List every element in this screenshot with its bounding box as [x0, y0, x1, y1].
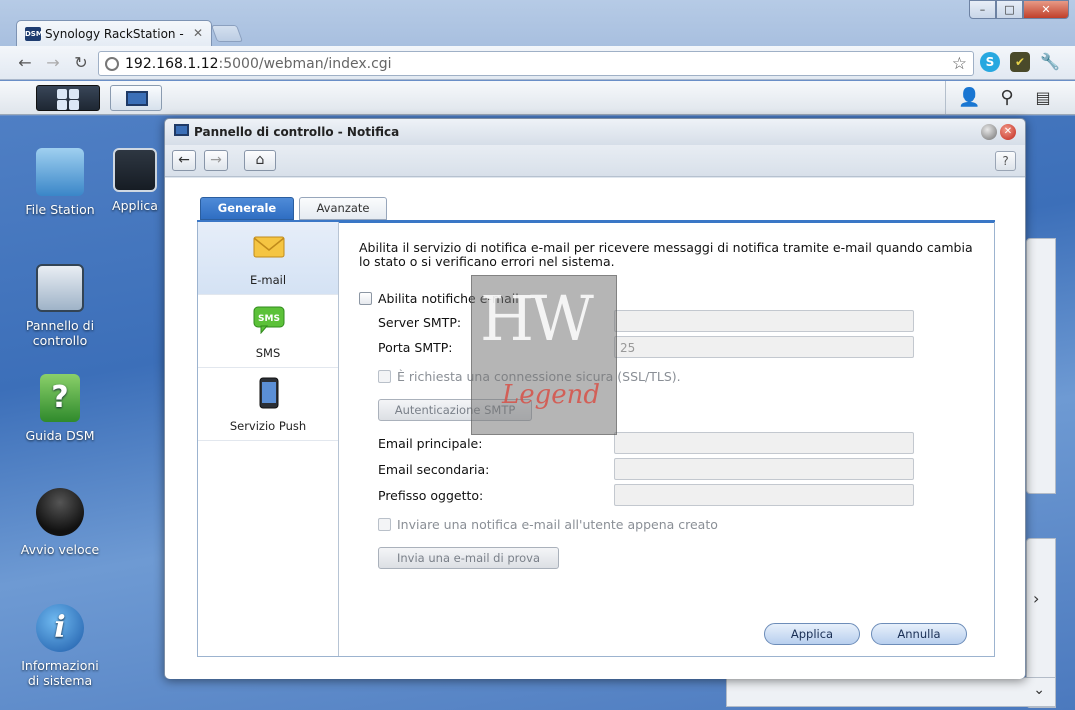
- search-icon[interactable]: ⚲: [996, 87, 1018, 109]
- secondary-email-input[interactable]: [614, 458, 914, 480]
- apps-icon: [113, 148, 157, 192]
- notify-new-user-checkbox[interactable]: [378, 518, 391, 531]
- url-path: :5000/webman/index.cgi: [218, 56, 392, 72]
- smtp-server-input[interactable]: [614, 310, 914, 332]
- nav-home-button[interactable]: ⌂: [244, 150, 276, 171]
- primary-email-label: Email principale:: [378, 436, 483, 451]
- enable-email-checkbox[interactable]: [359, 292, 372, 305]
- envelope-icon: [253, 236, 285, 258]
- tab-title: Synology RackStation - Rac: [45, 27, 185, 41]
- forward-icon[interactable]: →: [42, 53, 64, 73]
- widgets-icon[interactable]: ▤: [1032, 87, 1054, 109]
- chevron-down-icon[interactable]: ⌄: [1033, 682, 1045, 698]
- window-titlebar[interactable]: Pannello di controllo - Notifica ✕: [165, 119, 1025, 145]
- primary-email-input[interactable]: [614, 432, 914, 454]
- ssl-checkbox[interactable]: [378, 370, 391, 383]
- cancel-button[interactable]: Annulla: [871, 623, 967, 645]
- desktop-icon-label: Informazioni di sistema: [21, 658, 99, 688]
- tab-advanced[interactable]: Avanzate: [299, 197, 387, 220]
- address-bar[interactable]: 192.168.1.12:5000/webman/index.cgi ☆: [98, 51, 974, 76]
- secondary-email-label: Email secondaria:: [378, 462, 490, 477]
- help-button[interactable]: ?: [995, 151, 1016, 171]
- subject-prefix-input[interactable]: [614, 484, 914, 506]
- browser-tab[interactable]: DSM Synology RackStation - Rac ✕: [16, 20, 212, 47]
- desktop-icon-label: Guida DSM: [25, 428, 95, 443]
- dsm-taskbar: 👤 ⚲ ▤: [0, 81, 1075, 115]
- sidebar-item-sms[interactable]: SMS SMS: [198, 295, 338, 368]
- main-menu-button[interactable]: [36, 85, 100, 111]
- sms-icon-text: SMS: [258, 314, 280, 324]
- back-icon[interactable]: ←: [14, 53, 36, 73]
- tab-general[interactable]: Generale: [200, 197, 294, 220]
- widget-panel-top: [1026, 238, 1056, 494]
- sidebar-item-email[interactable]: E-mail: [198, 222, 338, 295]
- checker-extension-icon[interactable]: ✔: [1010, 52, 1030, 72]
- sidebar-item-label: Servizio Push: [229, 419, 307, 433]
- sms-bubble-icon: SMS: [253, 306, 285, 334]
- subject-prefix-label: Prefisso oggetto:: [378, 488, 484, 503]
- send-test-email-button[interactable]: Invia una e-mail di prova: [378, 547, 559, 569]
- desktop-icon-label: Avvio veloce: [20, 542, 100, 557]
- close-window-button[interactable]: ✕: [1023, 0, 1069, 19]
- info-icon: i: [36, 604, 84, 652]
- desktop-icon-label: Pannello di controllo: [25, 318, 95, 348]
- monitor-icon: [126, 91, 148, 106]
- notify-new-user-row[interactable]: Inviare una notifica e-mail all'utente a…: [378, 517, 718, 532]
- user-icon[interactable]: 👤: [958, 87, 980, 109]
- control-panel-icon: [36, 264, 84, 312]
- window-title: Pannello di controllo - Notifica: [194, 125, 400, 139]
- widget-panel-footer: ⌄: [726, 677, 1056, 707]
- email-description: Abilita il servizio di notifica e-mail p…: [359, 240, 973, 269]
- taskbar-control-panel-button[interactable]: [110, 85, 162, 111]
- browser-toolbar: ← → ↻ 192.168.1.12:5000/webman/index.cgi…: [0, 46, 1075, 80]
- menu-grid-icon: [57, 89, 67, 99]
- window-controls: – □ ✕: [969, 0, 1069, 19]
- magic-hat-icon: [36, 488, 84, 536]
- page-info-icon[interactable]: [105, 57, 119, 71]
- desktop-icon-control-panel[interactable]: Pannello di controllo: [0, 264, 120, 348]
- phone-icon: [259, 377, 279, 409]
- menu-grid-icon: [69, 100, 79, 110]
- chevron-right-icon[interactable]: ›: [1033, 589, 1039, 608]
- smtp-server-label: Server SMTP:: [378, 315, 462, 330]
- desktop-icon-quick-start[interactable]: Avvio veloce: [0, 488, 120, 557]
- email-settings: Abilita il servizio di notifica e-mail p…: [340, 222, 995, 656]
- wrench-menu-icon[interactable]: 🔧: [1040, 52, 1060, 72]
- dsm-favicon-icon: DSM: [25, 27, 43, 41]
- watermark-logo: HW Legend: [471, 275, 617, 435]
- close-window-icon[interactable]: ✕: [1000, 124, 1016, 140]
- help-book-icon: ?: [40, 374, 80, 422]
- minimize-window-icon[interactable]: [981, 124, 997, 140]
- apply-button[interactable]: Applica: [764, 623, 860, 645]
- url-text: 192.168.1.12:5000/webman/index.cgi: [125, 56, 392, 72]
- control-panel-small-icon: [174, 124, 189, 136]
- nav-back-button[interactable]: ←: [172, 150, 196, 171]
- folder-search-icon: [36, 148, 84, 196]
- maximize-button[interactable]: □: [996, 0, 1023, 19]
- url-host: 192.168.1.12: [125, 56, 219, 72]
- nav-forward-button[interactable]: →: [204, 150, 228, 171]
- smtp-port-input[interactable]: 25: [614, 336, 914, 358]
- watermark-line1: HW: [480, 282, 594, 355]
- browser-titlebar: DSM Synology RackStation - Rac ✕ – □ ✕: [0, 0, 1075, 47]
- notify-new-user-label: Inviare una notifica e-mail all'utente a…: [397, 517, 718, 532]
- menu-grid-icon: [57, 100, 67, 110]
- bookmark-star-icon[interactable]: ☆: [952, 54, 967, 74]
- sidebar-item-label: SMS: [255, 346, 281, 360]
- tab-close-icon[interactable]: ✕: [193, 26, 203, 40]
- smtp-port-label: Porta SMTP:: [378, 340, 453, 355]
- menu-grid-icon: [69, 89, 79, 99]
- watermark-line2: Legend: [502, 380, 601, 410]
- minimize-button[interactable]: –: [969, 0, 996, 19]
- sidebar: E-mail SMS SMS Servizio Push: [198, 222, 339, 656]
- skype-extension-icon[interactable]: S: [980, 52, 1000, 72]
- desktop-icon-dsm-help[interactable]: ? Guida DSM: [0, 374, 120, 443]
- reload-icon[interactable]: ↻: [70, 53, 92, 73]
- desktop-icon-system-info[interactable]: i Informazioni di sistema: [0, 604, 120, 688]
- window-navbar: ← → ⌂ ?: [165, 145, 1025, 177]
- taskbar-right-tools: 👤 ⚲ ▤: [945, 81, 1075, 114]
- new-tab-button[interactable]: [210, 25, 244, 42]
- sidebar-item-label: E-mail: [249, 273, 287, 287]
- sidebar-item-push[interactable]: Servizio Push: [198, 368, 338, 441]
